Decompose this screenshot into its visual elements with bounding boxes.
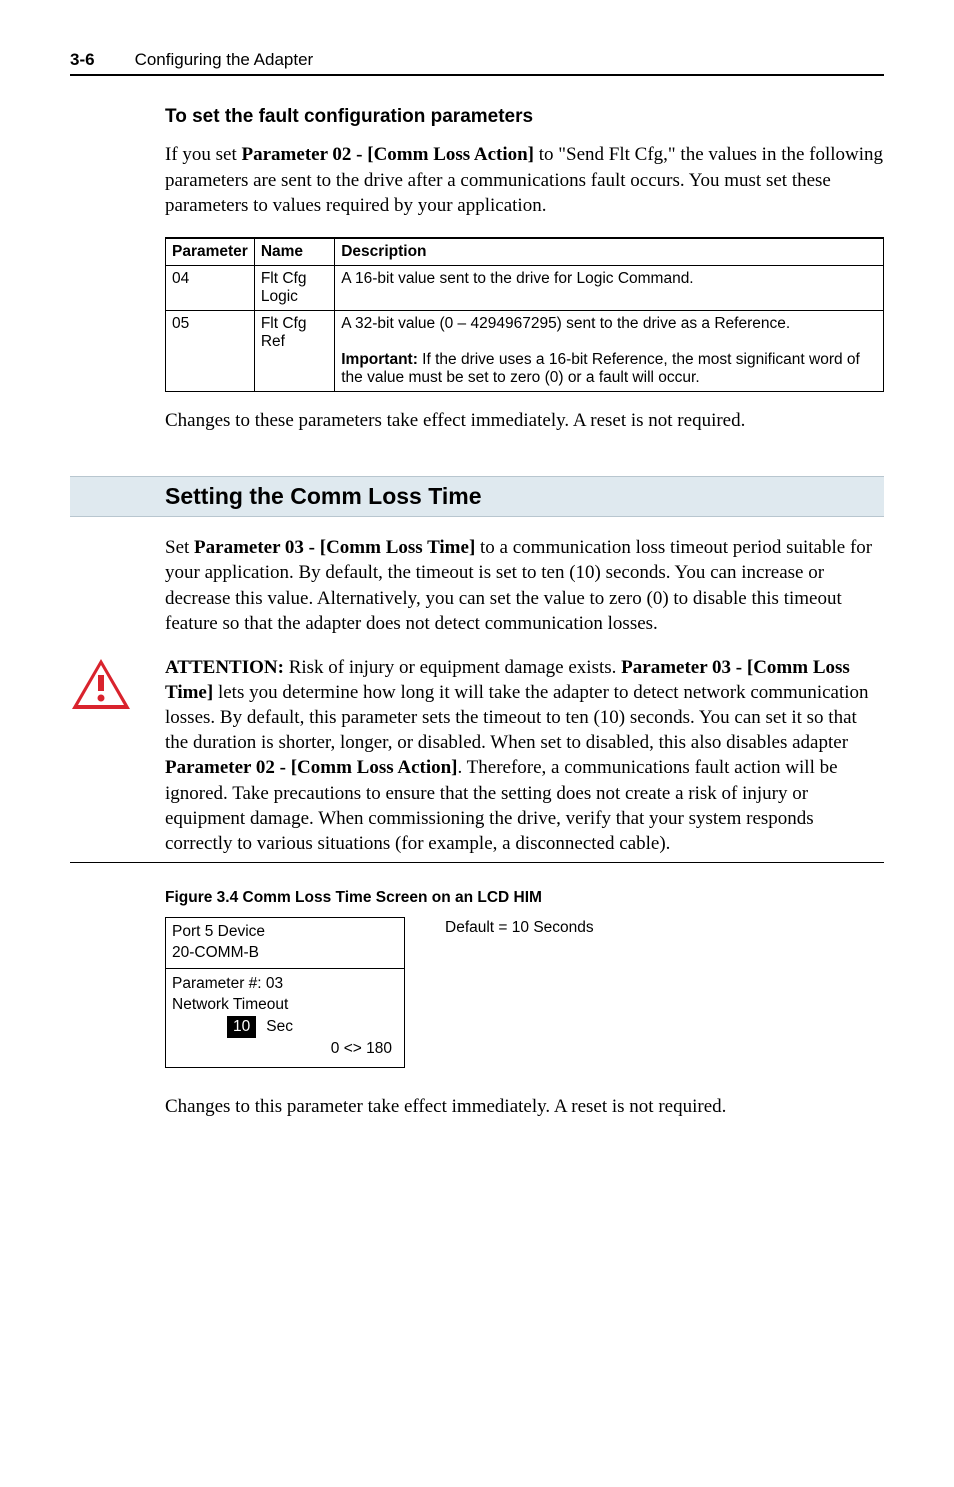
text: Risk of injury or equipment damage exist… xyxy=(284,657,621,678)
lcd-range: 0 <> 180 xyxy=(172,1038,398,1060)
lcd-line: Parameter #: 03 xyxy=(172,973,398,995)
lcd-value-row: 10 Sec xyxy=(172,1016,398,1038)
page-header: 3-6 Configuring the Adapter xyxy=(70,50,884,76)
col-parameter: Parameter xyxy=(166,238,255,266)
param-02-bold: Parameter 02 - [Comm Loss Action] xyxy=(165,757,458,778)
lcd-line: Port 5 Device xyxy=(172,922,398,943)
lcd-unit: Sec xyxy=(266,1016,293,1038)
text: If you set xyxy=(165,144,242,165)
table-row: 05 Flt Cfg Ref A 32-bit value (0 – 42949… xyxy=(166,310,884,391)
col-name: Name xyxy=(254,238,334,266)
section-heading-comm-loss: Setting the Comm Loss Time xyxy=(70,476,884,517)
lcd-line: Network Timeout xyxy=(172,994,398,1016)
fault-cfg-table: Parameter Name Description 04 Flt Cfg Lo… xyxy=(165,237,884,392)
comm-loss-intro: Set Parameter 03 - [Comm Loss Time] to a… xyxy=(165,535,884,638)
attention-text: ATTENTION: Risk of injury or equipment d… xyxy=(165,655,884,856)
lcd-top: Port 5 Device 20-COMM-B xyxy=(166,918,404,969)
table-header-row: Parameter Name Description xyxy=(166,238,884,266)
lcd-block: Port 5 Device 20-COMM-B Parameter #: 03 … xyxy=(165,917,884,1069)
lcd-line: 20-COMM-B xyxy=(172,943,398,964)
text: Set xyxy=(165,537,194,558)
fault-cfg-outro: Changes to these parameters take effect … xyxy=(165,408,884,434)
text: lets you determine how long it will take… xyxy=(165,682,869,753)
cell: A 32-bit value (0 – 4294967295) sent to … xyxy=(335,310,884,391)
important-label: Important: xyxy=(341,351,418,368)
fault-cfg-intro: If you set Parameter 02 - [Comm Loss Act… xyxy=(165,142,884,219)
page-number: 3-6 xyxy=(70,50,95,70)
text: If the drive uses a 16-bit Reference, th… xyxy=(341,351,860,386)
lcd-value: 10 xyxy=(227,1016,256,1038)
cell: 04 xyxy=(166,265,255,310)
param-03-bold: Parameter 03 - [Comm Loss Time] xyxy=(194,537,475,558)
param-02-bold: Parameter 02 - [Comm Loss Action] xyxy=(242,144,535,165)
cell: 05 xyxy=(166,310,255,391)
attention-block: ATTENTION: Risk of injury or equipment d… xyxy=(70,655,884,863)
lcd-bottom: Parameter #: 03 Network Timeout 10 Sec 0… xyxy=(166,969,404,1068)
cell: A 16-bit value sent to the drive for Log… xyxy=(335,265,884,310)
cell: Flt Cfg Logic xyxy=(254,265,334,310)
figure-caption: Figure 3.4 Comm Loss Time Screen on an L… xyxy=(165,889,884,907)
fault-cfg-heading: To set the fault configuration parameter… xyxy=(165,106,884,128)
attention-label: ATTENTION: xyxy=(165,657,284,678)
lcd-side-note: Default = 10 Seconds xyxy=(445,917,594,937)
chapter-title: Configuring the Adapter xyxy=(135,50,314,70)
text: A 32-bit value (0 – 4294967295) sent to … xyxy=(341,315,790,332)
table-row: 04 Flt Cfg Logic A 16-bit value sent to … xyxy=(166,265,884,310)
comm-loss-outro: Changes to this parameter take effect im… xyxy=(165,1094,884,1120)
col-description: Description xyxy=(335,238,884,266)
attention-icon xyxy=(70,655,165,856)
cell: Flt Cfg Ref xyxy=(254,310,334,391)
lcd-screen: Port 5 Device 20-COMM-B Parameter #: 03 … xyxy=(165,917,405,1069)
